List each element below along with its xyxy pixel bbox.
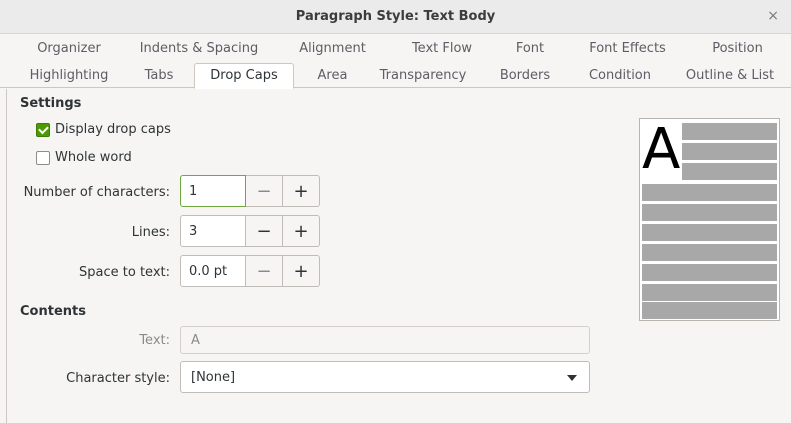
- preview-line: [682, 163, 777, 180]
- lines-label: Lines:: [131, 225, 170, 240]
- tab-area[interactable]: Area: [300, 63, 365, 88]
- space-to-text-spinner: 0.0 pt − +: [180, 255, 320, 287]
- character-style-select[interactable]: [None]: [180, 361, 590, 393]
- title-bar: Paragraph Style: Text Body ×: [0, 0, 791, 34]
- tab-text-flow[interactable]: Text Flow: [392, 36, 492, 61]
- preview-line: [682, 123, 777, 140]
- settings-heading: Settings: [20, 96, 82, 111]
- character-style-value: [None]: [191, 370, 236, 385]
- checkbox-checked-icon: [36, 122, 50, 137]
- tab-font[interactable]: Font: [495, 36, 565, 61]
- dropdown-arrow-icon: [567, 375, 577, 381]
- space-to-text-input[interactable]: 0.0 pt: [180, 255, 246, 287]
- preview-line: [642, 204, 777, 221]
- number-of-characters-spinner: 1 − +: [180, 175, 320, 207]
- space-to-text-label: Space to text:: [79, 265, 170, 280]
- tab-indents-spacing[interactable]: Indents & Spacing: [128, 36, 270, 61]
- checkbox-unchecked-icon: [36, 150, 50, 165]
- space-to-text-increment-button[interactable]: +: [283, 255, 320, 287]
- preview-line: [642, 184, 777, 201]
- text-label: Text:: [139, 333, 170, 348]
- preview-line: [642, 284, 777, 301]
- tab-tabs[interactable]: Tabs: [128, 63, 190, 88]
- number-of-characters-increment-button[interactable]: +: [283, 175, 320, 207]
- display-drop-caps-checkbox[interactable]: Display drop caps: [36, 122, 171, 137]
- drop-caps-preview: A: [639, 118, 780, 321]
- close-icon[interactable]: ×: [767, 8, 779, 24]
- tab-highlighting[interactable]: Highlighting: [14, 63, 124, 88]
- preview-line: [642, 224, 777, 241]
- number-of-characters-decrement-button[interactable]: −: [246, 175, 283, 207]
- tab-transparency[interactable]: Transparency: [368, 63, 478, 88]
- space-to-text-decrement-button[interactable]: −: [246, 255, 283, 287]
- tab-outline-list[interactable]: Outline & List: [675, 63, 785, 88]
- lines-spinner: 3 − +: [180, 215, 320, 247]
- preview-drop-letter: A: [642, 117, 681, 182]
- tab-organizer[interactable]: Organizer: [10, 36, 128, 61]
- dialog-title: Paragraph Style: Text Body: [295, 9, 496, 24]
- tab-borders[interactable]: Borders: [486, 63, 564, 88]
- preview-line: [682, 143, 777, 160]
- drop-cap-text-field[interactable]: A: [180, 326, 590, 354]
- preview-line: [642, 302, 777, 319]
- tab-condition[interactable]: Condition: [575, 63, 665, 88]
- lines-increment-button[interactable]: +: [283, 215, 320, 247]
- character-style-label: Character style:: [66, 371, 170, 386]
- whole-word-checkbox[interactable]: Whole word: [36, 150, 132, 165]
- tab-row-1: Organizer Indents & Spacing Alignment Te…: [0, 36, 791, 61]
- contents-heading: Contents: [20, 304, 86, 319]
- lines-input[interactable]: 3: [180, 215, 246, 247]
- tab-drop-caps-label: Drop Caps: [210, 68, 278, 83]
- preview-line: [642, 244, 777, 261]
- tab-font-effects[interactable]: Font Effects: [565, 36, 690, 61]
- display-drop-caps-label: Display drop caps: [55, 122, 171, 137]
- lines-decrement-button[interactable]: −: [246, 215, 283, 247]
- whole-word-label: Whole word: [55, 150, 132, 165]
- tab-position[interactable]: Position: [690, 36, 785, 61]
- number-of-characters-input[interactable]: 1: [180, 175, 246, 207]
- tab-drop-caps[interactable]: Drop Caps: [194, 63, 294, 89]
- tab-alignment[interactable]: Alignment: [280, 36, 385, 61]
- preview-line: [642, 264, 777, 281]
- tab-row-2: Highlighting Tabs Drop Caps Area Transpa…: [0, 63, 791, 89]
- number-of-characters-label: Number of characters:: [23, 185, 170, 200]
